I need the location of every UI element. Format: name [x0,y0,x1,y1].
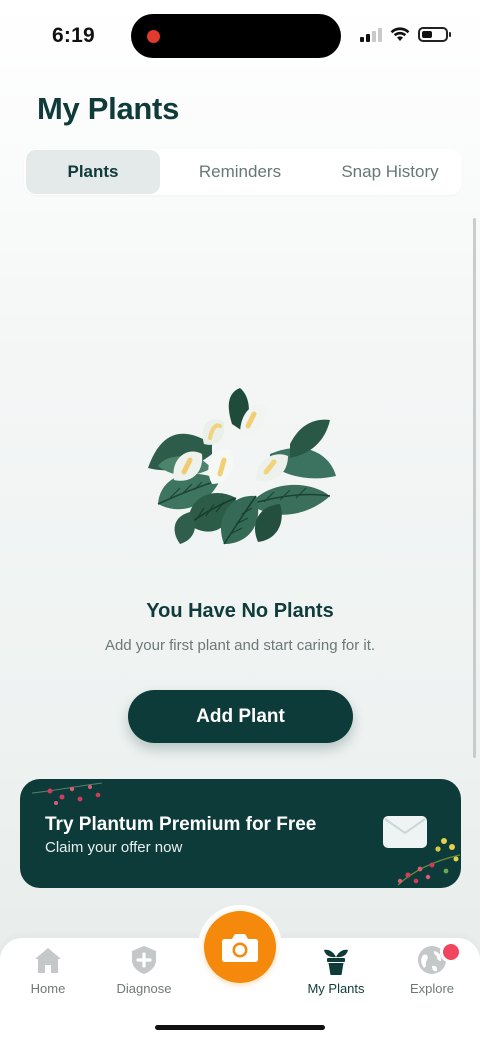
peace-lily-illustration [148,388,336,545]
tab-snap-history[interactable]: Snap History [320,150,460,194]
status-bar: 6:19 [0,0,480,72]
segmented-tabs: Plants Reminders Snap History [24,149,462,195]
nav-my-plants-label: My Plants [307,981,365,996]
wifi-icon [390,26,410,41]
camera-button[interactable] [204,911,276,983]
scrollbar[interactable] [473,218,476,758]
home-icon [35,948,61,973]
flower-decoration-icon [397,838,461,886]
nav-diagnose-label: Diagnose [116,981,172,996]
nav-diagnose[interactable]: Diagnose [96,938,192,1002]
nav-explore[interactable]: Explore [384,938,480,1002]
page-title: My Plants [37,91,180,126]
tab-reminders[interactable]: Reminders [170,150,310,194]
add-plant-button[interactable]: Add Plant [128,690,353,743]
dynamic-island [131,14,341,58]
shield-plus-icon [132,946,156,974]
nav-home[interactable]: Home [0,938,96,1002]
empty-state-subtitle: Add your first plant and start caring fo… [104,637,376,654]
tab-plants[interactable]: Plants [26,150,160,194]
premium-promo-banner[interactable]: Try Plantum Premium for Free Claim your … [20,779,461,888]
home-indicator[interactable] [155,1025,325,1030]
cellular-signal-icon [360,26,382,42]
potted-plant-icon [324,949,348,975]
battery-icon [418,26,451,42]
promo-title: Try Plantum Premium for Free [45,814,317,835]
status-time: 6:19 [52,24,95,47]
camera-icon [222,934,258,962]
status-icons [360,26,451,42]
empty-state-title: You Have No Plants [146,600,334,622]
nav-home-label: Home [30,981,66,996]
nav-my-plants[interactable]: My Plants [288,938,384,1002]
notification-badge [440,941,462,963]
recording-indicator-icon [147,30,160,43]
flower-decoration-icon [32,782,103,805]
promo-subtitle: Claim your offer now [45,839,183,856]
nav-explore-label: Explore [409,981,455,996]
